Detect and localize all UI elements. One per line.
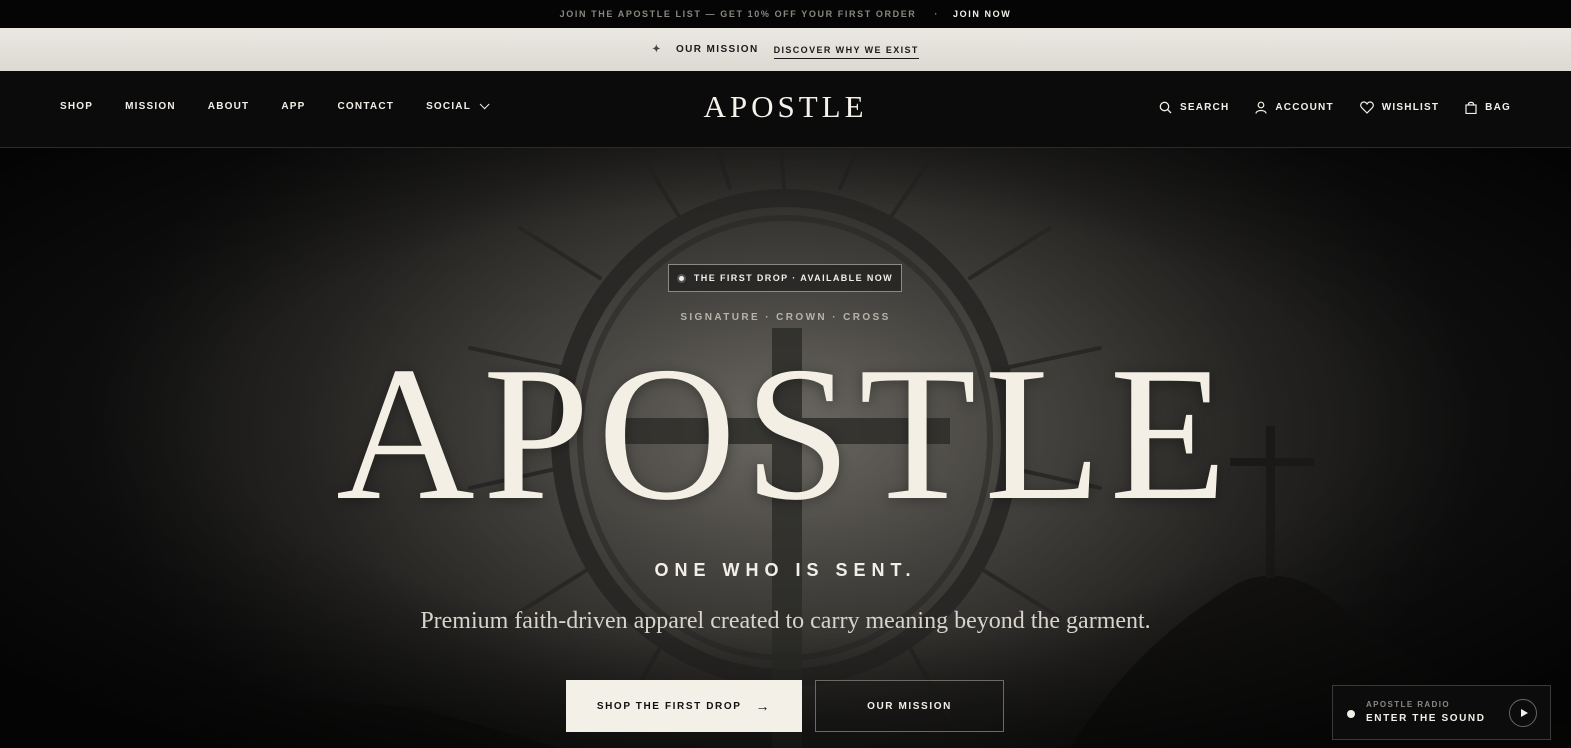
shop-first-drop-button[interactable]: SHOP THE FIRST DROP → <box>566 680 802 732</box>
radio-status-dot <box>1347 710 1355 718</box>
discover-why-link[interactable]: DISCOVER WHY WE EXIST <box>773 45 919 59</box>
star-icon: ✦ <box>652 44 662 55</box>
main-nav: SHOP MISSION ABOUT APP CONTACT SOCIAL AP… <box>0 71 1571 148</box>
announcement-bar: JOIN THE APOSTLE LIST — GET 10% OFF YOUR… <box>0 0 1571 28</box>
nav-account[interactable]: ACCOUNT <box>1255 101 1333 114</box>
account-icon <box>1255 101 1267 114</box>
hero-section: THE FIRST DROP · AVAILABLE NOW SIGNATURE… <box>0 148 1571 748</box>
shop-first-drop-label: SHOP THE FIRST DROP <box>596 700 742 712</box>
nav-wishlist-label: WISHLIST <box>1381 102 1440 113</box>
join-now-link[interactable]: JOIN NOW <box>953 9 1011 19</box>
hero-kicker: SIGNATURE · CROWN · CROSS <box>680 312 891 323</box>
hero-tagline: Premium faith-driven apparel created to … <box>420 608 1151 634</box>
nav-search[interactable]: SEARCH <box>1159 101 1229 114</box>
nav-search-label: SEARCH <box>1179 102 1230 113</box>
search-icon <box>1159 101 1172 114</box>
hero-title: APOSTLE <box>336 327 1235 540</box>
arrow-right-icon: → <box>755 698 772 714</box>
nav-bag[interactable]: BAG <box>1465 101 1511 114</box>
first-drop-badge: THE FIRST DROP · AVAILABLE NOW <box>668 264 902 292</box>
status-dot-icon <box>676 273 686 283</box>
badge-label: THE FIRST DROP · AVAILABLE NOW <box>693 273 894 283</box>
nav-account-label: ACCOUNT <box>1275 102 1334 113</box>
heart-icon <box>1359 101 1374 114</box>
radio-label: APOSTLE RADIO <box>1366 700 1450 709</box>
radio-widget[interactable]: APOSTLE RADIO ENTER THE SOUND <box>1332 685 1551 740</box>
mission-strip: ✦ OUR MISSION DISCOVER WHY WE EXIST <box>0 28 1571 71</box>
announcement-text: JOIN THE APOSTLE LIST — GET 10% OFF YOUR… <box>559 9 917 19</box>
nav-wishlist[interactable]: WISHLIST <box>1359 101 1440 114</box>
nav-right-links: SEARCH ACCOUNT WISHLIST BAG <box>1133 101 1511 114</box>
bag-icon <box>1465 101 1477 114</box>
hero-subtitle: ONE WHO IS SENT. <box>654 560 917 580</box>
our-mission-button[interactable]: OUR MISSION <box>815 680 1004 732</box>
mission-strip-label: OUR MISSION <box>675 44 759 55</box>
announcement-separator: · <box>934 9 940 19</box>
nav-bag-label: BAG <box>1485 102 1511 113</box>
play-button[interactable] <box>1509 699 1537 727</box>
play-icon <box>1520 709 1528 717</box>
radio-title: ENTER THE SOUND <box>1366 713 1486 724</box>
